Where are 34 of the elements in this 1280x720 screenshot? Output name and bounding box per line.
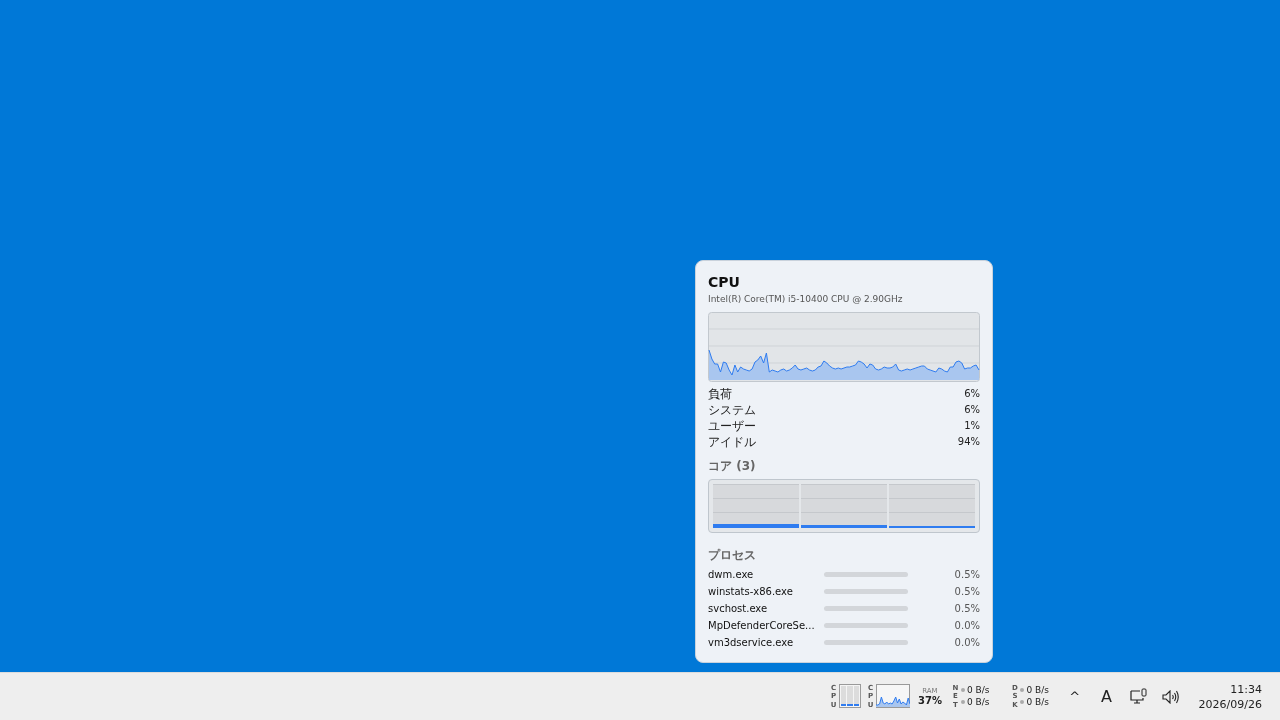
process-name: vm3dservice.exe [708,637,795,648]
show-hidden-icons-button[interactable]: ^ [1058,676,1091,717]
ram-value: 37% [918,695,942,706]
cpu-model: Intel(R) Core(TM) i5-10400 CPU @ 2.90GHz [708,294,904,304]
process-name: winstats-x86.exe [708,586,794,597]
stat-value: 94% [957,435,980,449]
clock[interactable]: 11:34 2026/09/26 [1198,681,1262,712]
process-name: svchost.exe [708,603,769,614]
process-usage: 0.5% [954,603,980,614]
process-usage: 0.0% [954,620,980,631]
cores-heading: コア (3) [708,458,757,475]
speaker-icon [1161,689,1180,704]
process-usage: 0.5% [954,569,980,580]
stat-label: ユーザー [708,418,756,434]
process-usage: 0.5% [954,586,980,597]
stat-value: 1% [964,419,980,433]
processes-heading: プロセス [708,547,757,564]
stat-value: 6% [964,387,980,401]
stat-label: システム [708,402,756,418]
ime-button[interactable]: A [1090,676,1123,717]
process-name: MpDefenderCoreSe... [708,620,816,631]
stat-value: 6% [964,403,980,417]
stat-label: 負荷 [708,386,732,402]
stat-label: アイドル [708,434,756,450]
network-icon [1129,688,1148,705]
io-rate: 0 B/s [960,697,990,708]
process-name: dwm.exe [708,569,755,580]
io-rate: 0 B/s [960,685,990,696]
io-rate: 0 B/s [1020,685,1049,696]
cpu-bars-widget[interactable] [839,684,861,709]
io-rate: 0 B/s [1020,697,1049,708]
flyout-title: CPU [708,273,741,291]
cpu-graph-widget[interactable] [876,684,910,709]
process-usage: 0.0% [954,637,980,648]
